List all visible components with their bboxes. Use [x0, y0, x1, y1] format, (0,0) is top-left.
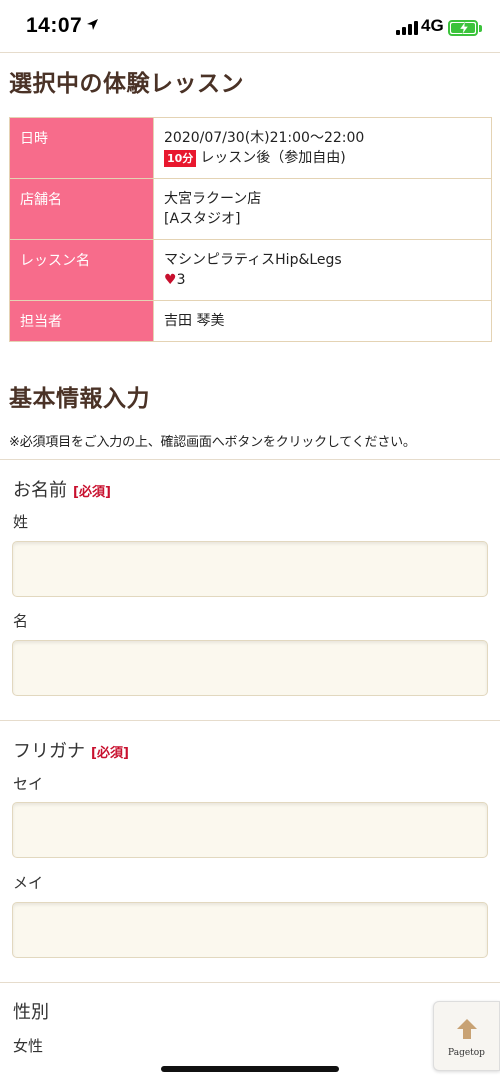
first-name-label: 名 — [13, 612, 29, 630]
status-time: 14:07 — [26, 14, 83, 37]
table-row: レッスン名 マシンピラティスHip&Legs ♥3 — [9, 239, 492, 301]
first-kana-label: メイ — [13, 874, 44, 892]
last-name-input[interactable] — [12, 541, 488, 597]
row-label-lesson: レッスン名 — [9, 239, 154, 301]
last-kana-label: セイ — [13, 775, 44, 793]
datetime-value: 2020/07/30(木)21:00〜22:00 — [164, 130, 365, 146]
pagetop-button[interactable]: Pagetop — [433, 1001, 500, 1071]
required-badge: [必須] — [73, 485, 111, 500]
datetime-extra-line: 10分 レッスン後（参加自由) — [164, 148, 481, 168]
last-name-label: 姓 — [13, 513, 29, 531]
row-value-datetime: 2020/07/30(木)21:00〜22:00 10分 レッスン後（参加自由) — [153, 117, 492, 179]
store-name: 大宮ラクーン店 — [164, 191, 262, 207]
divider — [0, 459, 500, 460]
intensity-line: ♥3 — [164, 270, 481, 290]
row-label-store: 店舗名 — [9, 178, 154, 240]
table-row: 担当者 吉田 琴美 — [9, 300, 492, 342]
battery-tip — [479, 25, 482, 32]
status-bar: 14:07 4G — [0, 0, 500, 52]
basic-info-title: 基本情報入力 — [9, 386, 150, 412]
required-badge: [必須] — [91, 746, 129, 761]
arrow-up-icon — [456, 1019, 477, 1039]
location-arrow-icon — [87, 19, 98, 30]
divider — [0, 720, 500, 721]
gender-label: 性別 — [13, 1002, 49, 1023]
network-type: 4G — [421, 16, 444, 35]
duration-tag: 10分 — [164, 150, 197, 167]
heart-icon: ♥ — [164, 272, 177, 288]
pagetop-label: Pagetop — [448, 1048, 485, 1058]
row-value-lesson: マシンピラティスHip&Legs ♥3 — [153, 239, 492, 301]
last-kana-input[interactable] — [12, 802, 488, 858]
studio-name: [Aスタジオ] — [164, 211, 241, 227]
selected-lesson-title: 選択中の体験レッスン — [9, 71, 244, 97]
name-group-label: お名前 [必須] — [13, 480, 111, 501]
row-label-datetime: 日時 — [9, 117, 154, 179]
lesson-info-table: 日時 2020/07/30(木)21:00〜22:00 10分 レッスン後（参加自… — [9, 117, 492, 342]
row-value-instructor: 吉田 琴美 — [153, 300, 492, 342]
intensity-value: 3 — [176, 272, 186, 288]
table-row: 日時 2020/07/30(木)21:00〜22:00 10分 レッスン後（参加自… — [9, 117, 492, 179]
gender-value: 女性 — [13, 1037, 44, 1055]
first-kana-input[interactable] — [12, 902, 488, 958]
divider — [0, 982, 500, 983]
home-indicator — [161, 1066, 339, 1072]
header-divider — [0, 52, 500, 53]
datetime-extra: レッスン後（参加自由) — [200, 150, 346, 166]
row-label-instructor: 担当者 — [9, 300, 154, 342]
signal-icon — [396, 21, 418, 35]
required-note: ※必須項目をご入力の上、確認画面へボタンをクリックしてください。 — [9, 435, 416, 450]
lesson-name: マシンピラティスHip&Legs — [164, 252, 342, 268]
kana-group-label: フリガナ [必須] — [13, 741, 129, 762]
table-row: 店舗名 大宮ラクーン店 [Aスタジオ] — [9, 178, 492, 240]
row-value-store: 大宮ラクーン店 [Aスタジオ] — [153, 178, 492, 240]
battery-charging-icon — [448, 20, 478, 36]
first-name-input[interactable] — [12, 640, 488, 696]
